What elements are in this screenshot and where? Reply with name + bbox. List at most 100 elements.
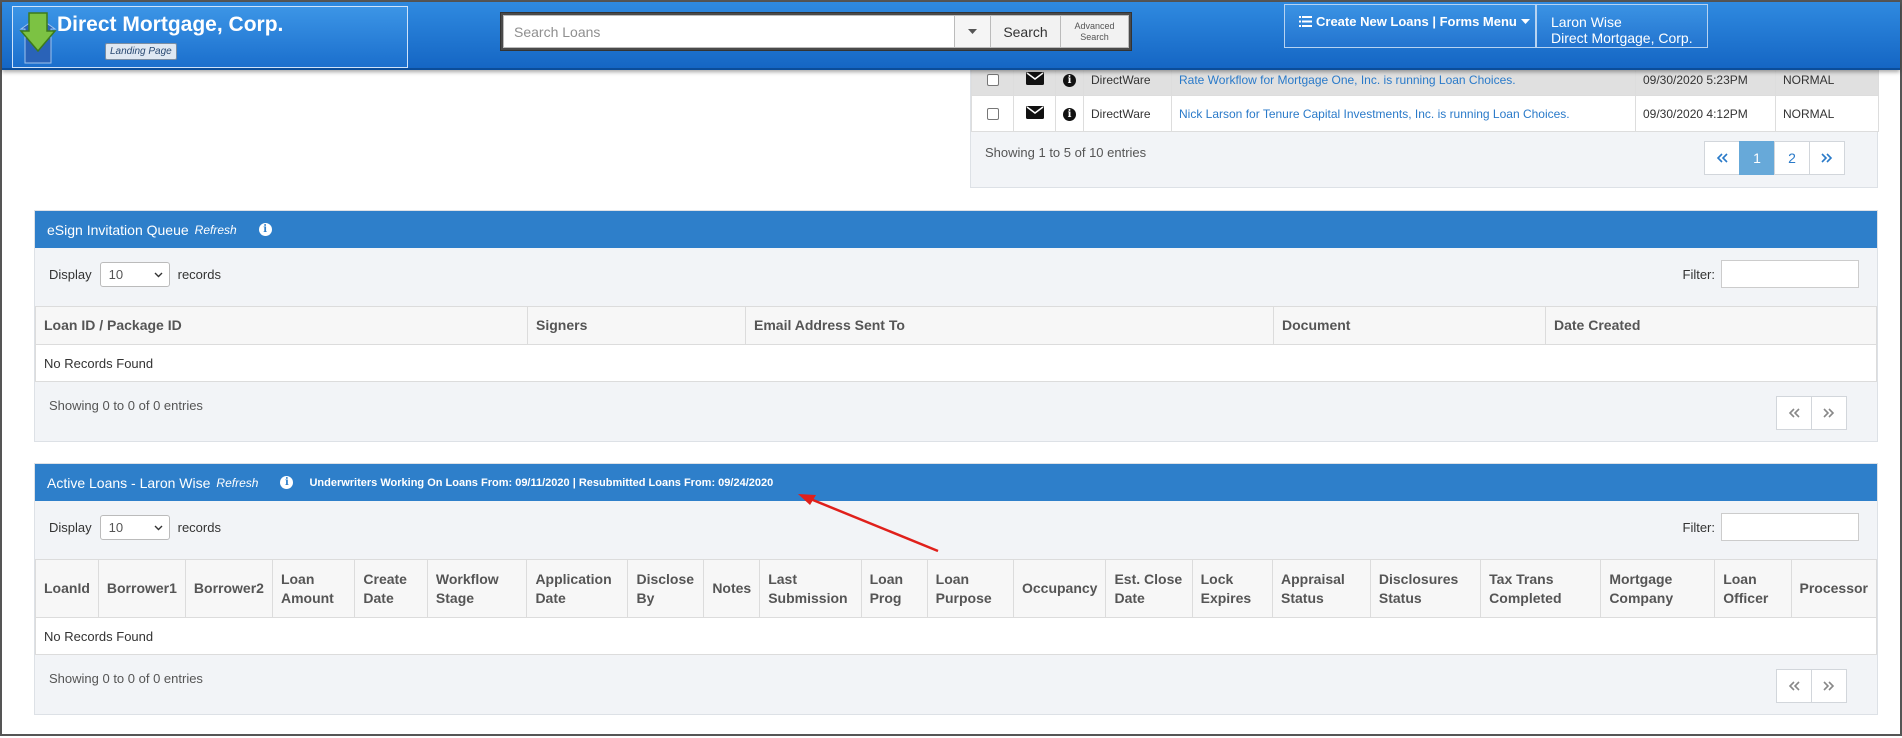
double-chevron-right-icon: [1823, 681, 1835, 691]
search-bar: Search Advanced Search: [500, 12, 1132, 51]
forms-menu-label: Create New Loans | Forms Menu: [1316, 14, 1517, 29]
chevron-down-icon: [154, 272, 163, 277]
row-checkbox[interactable]: [986, 74, 999, 87]
column-header[interactable]: Borrower1: [97, 559, 186, 618]
double-chevron-right-icon: [1823, 408, 1835, 418]
double-chevron-left-icon: [1788, 408, 1800, 418]
page-2-button[interactable]: 2: [1774, 141, 1810, 175]
active-loans-title: Active Loans - Laron Wise: [47, 474, 211, 491]
column-header[interactable]: Disclose By: [627, 559, 705, 618]
info-icon[interactable]: i: [280, 476, 294, 489]
notification-priority: NORMAL: [1775, 95, 1879, 132]
next-page-button[interactable]: [1811, 396, 1847, 430]
landing-page-button[interactable]: Landing Page: [105, 43, 177, 60]
search-label: Search: [1080, 31, 1109, 42]
esign-queue-panel: eSign Invitation Queue Refresh i Display…: [34, 210, 1878, 442]
column-header[interactable]: Occupancy: [1012, 559, 1107, 618]
empty-row: No Records Found: [35, 617, 1877, 655]
active-loans-pagination: [1776, 669, 1847, 703]
notifications-pagination: 1 2: [1704, 141, 1845, 175]
envelope-icon: [1025, 71, 1044, 85]
records-per-page-value: 10: [108, 520, 124, 535]
double-chevron-left-icon: [1716, 153, 1728, 163]
esign-table: Loan ID / Package ID Signers Email Addre…: [35, 306, 1877, 382]
search-dropdown-button[interactable]: [955, 15, 991, 48]
column-header[interactable]: Loan Purpose: [926, 559, 1014, 618]
advanced-search-button[interactable]: Advanced Search: [1061, 15, 1129, 48]
column-header[interactable]: Borrower2: [184, 559, 273, 618]
underwriters-note: Underwriters Working On Loans From: 09/1…: [309, 476, 774, 489]
column-header[interactable]: Document: [1273, 306, 1546, 345]
column-header[interactable]: Date Created: [1545, 306, 1877, 345]
column-header[interactable]: Email Address Sent To: [745, 306, 1274, 345]
esign-pagination: [1776, 396, 1847, 430]
column-header[interactable]: Disclosures Status: [1369, 559, 1482, 618]
active-loans-title-bar: Active Loans - Laron Wise Refresh i Unde…: [35, 464, 1877, 501]
page-1-button[interactable]: 1: [1739, 141, 1775, 175]
list-icon: [1299, 16, 1312, 27]
search-input[interactable]: [503, 15, 955, 48]
column-header[interactable]: Workflow Stage: [426, 559, 528, 618]
notifications-table: i DirectWare Rate Workflow for Mortgage …: [971, 63, 1879, 132]
info-icon[interactable]: i: [1063, 74, 1076, 87]
esign-showing: Showing 0 to 0 of 0 entries: [49, 398, 203, 413]
prev-page-button[interactable]: [1776, 669, 1812, 703]
user-company: Direct Mortgage, Corp.: [1551, 30, 1693, 46]
column-header[interactable]: Processor: [1790, 559, 1878, 618]
prev-page-button[interactable]: [1704, 141, 1740, 175]
notification-date: 09/30/2020 4:12PM: [1635, 95, 1776, 132]
column-header[interactable]: Loan ID / Package ID: [35, 306, 528, 345]
column-header[interactable]: Tax Trans Completed: [1480, 559, 1602, 618]
column-header[interactable]: Loan Amount: [271, 559, 356, 618]
info-icon[interactable]: i: [1063, 108, 1076, 121]
display-label: Display: [49, 267, 92, 282]
row-checkbox[interactable]: [986, 108, 999, 121]
notification-message-link[interactable]: Rate Workflow for Mortgage One, Inc. is …: [1179, 73, 1516, 87]
column-header[interactable]: Notes: [703, 559, 761, 618]
active-loans-table: LoanId Borrower1 Borrower2 Loan Amount C…: [35, 559, 1878, 655]
column-header[interactable]: LoanId: [35, 559, 99, 618]
filter-label: Filter:: [1682, 519, 1716, 535]
filter-input[interactable]: [1721, 260, 1859, 288]
active-loans-refresh-link[interactable]: Refresh: [216, 476, 258, 490]
column-header[interactable]: Loan Prog: [860, 559, 928, 618]
search-button[interactable]: Search: [991, 15, 1061, 48]
prev-page-button[interactable]: [1776, 396, 1812, 430]
active-loans-showing: Showing 0 to 0 of 0 entries: [49, 671, 203, 686]
user-menu[interactable]: Laron Wise Direct Mortgage, Corp.: [1536, 4, 1708, 48]
info-icon[interactable]: i: [258, 223, 272, 236]
active-loans-panel: Active Loans - Laron Wise Refresh i Unde…: [34, 463, 1878, 715]
column-header[interactable]: Loan Officer: [1714, 559, 1792, 618]
column-header[interactable]: Mortgage Company: [1600, 559, 1716, 618]
column-header[interactable]: Create Date: [354, 559, 428, 618]
esign-refresh-link[interactable]: Refresh: [195, 223, 237, 237]
column-header[interactable]: Application Date: [526, 559, 629, 618]
esign-title-bar: eSign Invitation Queue Refresh i: [35, 211, 1877, 248]
esign-title: eSign Invitation Queue: [47, 221, 189, 238]
caret-down-icon: [1520, 19, 1530, 24]
column-header[interactable]: Lock Expires: [1191, 559, 1274, 618]
column-header[interactable]: Last Submission: [759, 559, 862, 618]
records-label: records: [177, 520, 221, 535]
brand-name: Direct Mortgage, Corp.: [57, 13, 284, 36]
column-header[interactable]: Signers: [527, 306, 746, 345]
notifications-showing: Showing 1 to 5 of 10 entries: [985, 145, 1147, 160]
envelope-icon: [1025, 105, 1044, 119]
filter-input[interactable]: [1721, 513, 1859, 541]
column-header[interactable]: Est. Close Date: [1105, 559, 1193, 618]
top-header: Direct Mortgage, Corp. Landing Page Sear…: [2, 2, 1900, 70]
double-chevron-right-icon: [1821, 153, 1833, 163]
forms-menu-button[interactable]: Create New Loans | Forms Menu: [1284, 4, 1536, 48]
chevron-down-icon: [154, 525, 163, 530]
next-page-button[interactable]: [1811, 669, 1847, 703]
next-page-button[interactable]: [1809, 141, 1845, 175]
filter-label: Filter:: [1682, 266, 1716, 282]
column-header[interactable]: Appraisal Status: [1272, 559, 1371, 618]
caret-down-icon: [968, 28, 977, 34]
records-per-page-select[interactable]: 10: [99, 515, 170, 540]
notification-message-link[interactable]: Nick Larson for Tenure Capital Investmen…: [1179, 107, 1570, 121]
double-chevron-left-icon: [1788, 681, 1800, 691]
table-row: i DirectWare Nick Larson for Tenure Capi…: [971, 95, 1879, 132]
advanced-label: Advanced: [1074, 20, 1115, 31]
records-per-page-select[interactable]: 10: [99, 262, 170, 287]
